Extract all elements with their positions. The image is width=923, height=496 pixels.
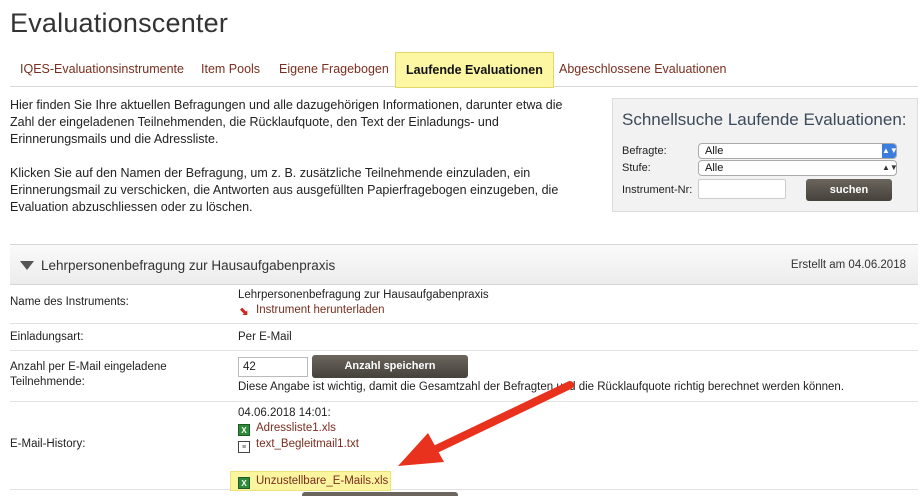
select-stepper-icon: ▲▼ xyxy=(882,163,898,172)
participant-count-note: Diese Angabe ist wichtig, damit die Gesa… xyxy=(238,381,845,393)
file-link-adressliste[interactable]: X Adressliste1.xls xyxy=(238,421,336,436)
intro-paragraph-2: Klicken Sie auf den Namen der Befragung,… xyxy=(10,166,559,214)
stufe-label: Stufe: xyxy=(622,162,651,174)
file-name: text_Begleitmail1.txt xyxy=(256,438,359,450)
select-stepper-icon: ▲▼ xyxy=(882,144,898,158)
text-file-icon: ≡ xyxy=(238,441,250,453)
excel-icon: X xyxy=(238,477,250,489)
search-button[interactable]: suchen xyxy=(806,179,892,201)
page-title: Evaluationscenter xyxy=(10,8,229,38)
intro-paragraph-1: Hier finden Sie Ihre aktuellen Befragung… xyxy=(10,98,563,146)
participant-count-label: Anzahl per E-Mail eingeladene Teilnehmen… xyxy=(10,360,167,390)
instrument-nr-input[interactable] xyxy=(698,179,786,199)
tab-item-pools[interactable]: Item Pools xyxy=(191,52,270,86)
participant-count-input[interactable]: 42 xyxy=(238,357,308,377)
file-link-begleitmail[interactable]: ≡ text_Begleitmail1.txt xyxy=(238,437,359,453)
email-history-label: E-Mail-History: xyxy=(10,438,86,450)
instrument-name: Lehrpersonenbefragung zur Hausaufgabenpr… xyxy=(238,289,489,301)
file-link-unzustellbare[interactable]: X Unzustellbare_E-Mails.xls xyxy=(238,474,389,489)
email-history-timestamp: 04.06.2018 14:01: xyxy=(238,407,331,419)
tab-own-questionnaires[interactable]: Eigene Fragebogen xyxy=(269,52,399,86)
next-row-button-edge xyxy=(302,492,458,496)
befragte-select-value: Alle xyxy=(705,145,724,157)
instrument-download-label: Instrument herunterladen xyxy=(256,304,385,316)
instrument-download-link[interactable]: ⬊ Instrument herunterladen xyxy=(238,303,385,318)
intro-text: Hier finden Sie Ihre aktuellen Befragung… xyxy=(10,97,590,233)
file-name: Adressliste1.xls xyxy=(256,422,336,434)
file-name: Unzustellbare_E-Mails.xls xyxy=(256,475,389,487)
tab-iqes-instruments[interactable]: IQES-Evaluationsinstrumente xyxy=(10,52,194,86)
created-date: Erstellt am 04.06.2018 xyxy=(790,259,906,271)
pdf-icon: ⬊ xyxy=(239,306,249,318)
invitation-label: Einladungsart: xyxy=(10,331,84,343)
quick-search-panel: Schnellsuche Laufende Evaluationen: Befr… xyxy=(612,98,918,212)
instrument-nr-label: Instrument-Nr: xyxy=(622,184,693,196)
tab-bar: IQES-Evaluationsinstrumente Item Pools E… xyxy=(10,52,918,88)
excel-icon: X xyxy=(238,424,250,436)
evaluation-header[interactable]: Lehrpersonenbefragung zur Hausaufgabenpr… xyxy=(10,244,918,285)
quick-search-title: Schnellsuche Laufende Evaluationen: xyxy=(622,110,907,129)
stufe-select-value: Alle xyxy=(705,162,724,174)
tab-running-evaluations[interactable]: Laufende Evaluationen xyxy=(395,52,554,88)
stufe-select[interactable]: Alle ▲▼ xyxy=(698,160,898,176)
email-history-row: E-Mail-History: 04.06.2018 14:01: X Adres… xyxy=(10,402,918,491)
instrument-row: Name des Instruments: Lehrpersonenbefrag… xyxy=(10,285,918,324)
instrument-label: Name des Instruments: xyxy=(10,296,129,308)
invitation-value: Per E-Mail xyxy=(238,331,292,343)
invitation-row: Einladungsart: Per E-Mail xyxy=(10,324,918,351)
befragte-label: Befragte: xyxy=(622,145,667,157)
save-count-button[interactable]: Anzahl speichern xyxy=(312,355,468,378)
tab-completed-evaluations[interactable]: Abgeschlossene Evaluationen xyxy=(549,52,736,86)
befragte-select[interactable]: Alle ▲▼ xyxy=(698,143,898,159)
evaluation-title[interactable]: Lehrpersonenbefragung zur Hausaufgabenpr… xyxy=(41,258,335,273)
participant-count-row: Anzahl per E-Mail eingeladene Teilnehmen… xyxy=(10,351,918,402)
collapse-triangle-icon[interactable] xyxy=(20,261,34,270)
participant-count-label-line2: Teilnehmende: xyxy=(10,376,85,388)
participant-count-label-line1: Anzahl per E-Mail eingeladene xyxy=(10,361,167,373)
